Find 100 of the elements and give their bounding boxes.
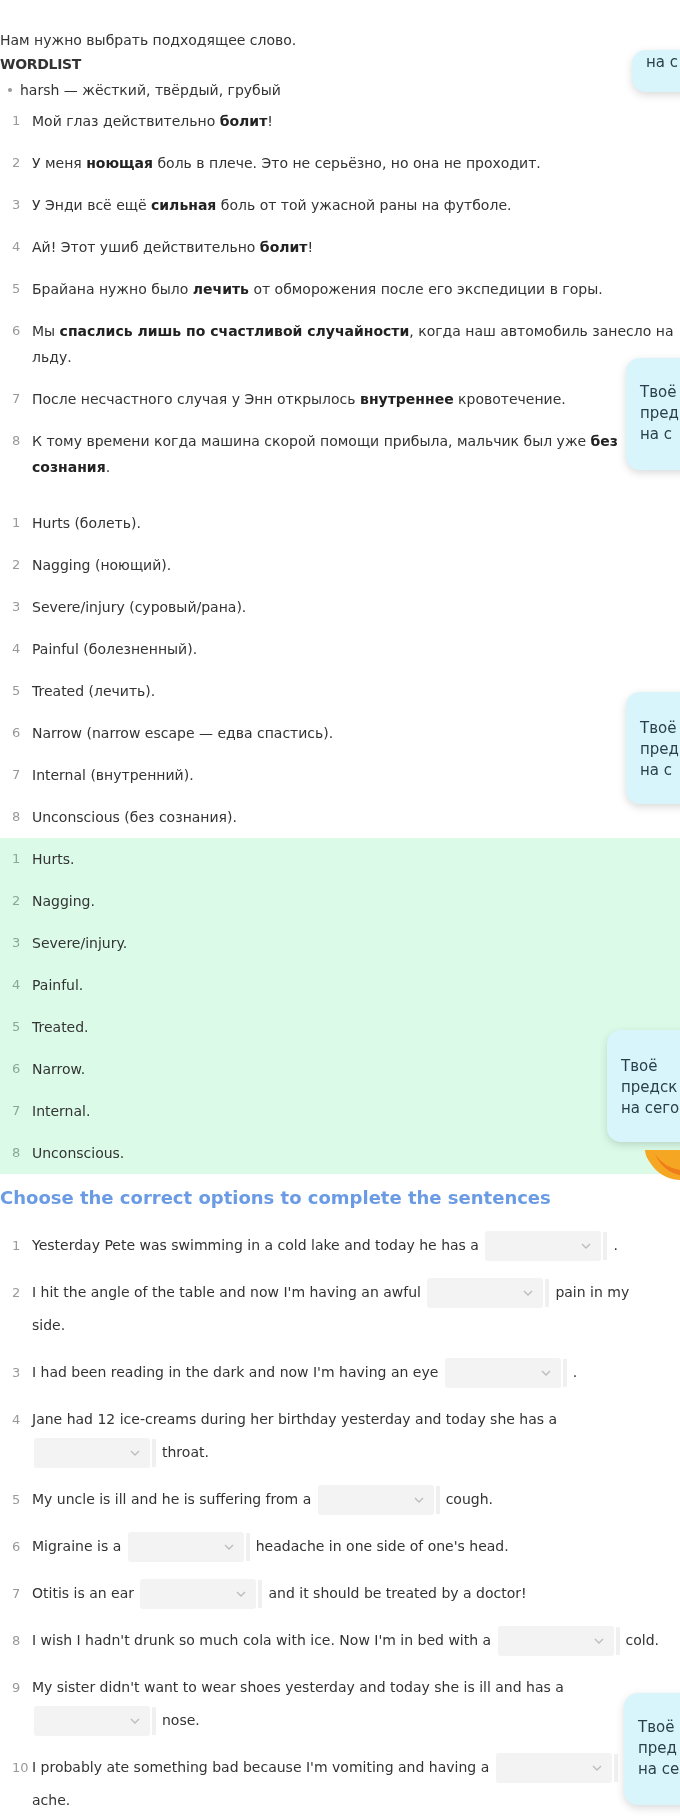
- popup-text: Твоё: [638, 1717, 676, 1738]
- chevron-down-icon: [413, 1497, 424, 1503]
- promo-popup[interactable]: Твоё пред на се: [624, 1693, 680, 1805]
- sentence-start: I wish I hadn't drunk so much cola with ice. Now I'm in bed with a: [32, 1632, 492, 1648]
- explanation-text: Unconscious (без сознания).: [32, 809, 237, 825]
- popup-text: на с: [640, 760, 673, 781]
- item-number: 2: [12, 154, 21, 172]
- answer-dropdown[interactable]: [127, 1532, 244, 1562]
- sentence-end: .: [572, 1364, 578, 1380]
- explanation-text: Painful (болезненный).: [32, 641, 198, 657]
- translation-sentence: У меня ноющая боль в плече. Это не серьёзно, но она не проходит.: [32, 155, 541, 171]
- popup-text: пред: [638, 1738, 678, 1759]
- sentence-end: side.: [32, 1317, 66, 1333]
- translation-sentence: Ай! Этот ушиб действительно болит!: [32, 239, 314, 255]
- item-number: 4: [12, 238, 21, 256]
- answer-dropdown[interactable]: [34, 1438, 150, 1468]
- answer-dropdown[interactable]: [427, 1278, 544, 1308]
- item-number: 3: [12, 1364, 21, 1382]
- answer-dropdown[interactable]: [485, 1231, 602, 1261]
- popup-text: Твоё: [640, 718, 678, 739]
- popup-text: на с: [640, 424, 673, 445]
- item-number: 5: [12, 280, 21, 298]
- sentence-start: Otitis is an ear: [32, 1585, 134, 1601]
- promo-popup[interactable]: Твоё пред на с: [626, 358, 680, 470]
- chevron-down-icon: [523, 1290, 534, 1296]
- item-number: 3: [12, 934, 21, 952]
- item-number: 5: [12, 1491, 21, 1509]
- answer-text: Treated.: [32, 1019, 89, 1035]
- explanation-text: Nagging (ноющий).: [32, 557, 172, 573]
- popup-text: пред: [640, 403, 680, 424]
- translation-sentence: Брайана нужно было лечить от обморожения после его экспедиции в горы.: [32, 281, 603, 297]
- popup-text: на сего: [621, 1098, 680, 1119]
- chevron-down-icon: [540, 1370, 551, 1376]
- item-number: 1: [12, 112, 21, 130]
- chevron-down-icon: [130, 1450, 140, 1456]
- mascot-drawing: [645, 1150, 680, 1180]
- answer-text: Severe/injury.: [32, 935, 128, 951]
- answer-dropdown[interactable]: [444, 1358, 561, 1388]
- sentence-end: .: [613, 1237, 618, 1253]
- item-number: 2: [12, 1284, 21, 1302]
- popup-text: на се: [638, 1759, 680, 1780]
- explanation-text: Internal (внутренний).: [32, 767, 194, 783]
- explanation-text: Severe/injury (суровый/рана).: [32, 599, 247, 615]
- sentence-start: I probably ate something bad because I'm vomiting and having a: [32, 1759, 490, 1775]
- item-number: 5: [12, 682, 21, 700]
- sentence-start: I had been reading in the dark and now I'm having an eye: [32, 1364, 439, 1380]
- answer-dropdown[interactable]: [317, 1485, 434, 1515]
- item-number: 7: [12, 766, 21, 784]
- sentence-start: My sister didn't want to wear shoes yesterday and today she is ill and has a: [32, 1679, 564, 1695]
- explanation-text: Treated (лечить).: [32, 683, 156, 699]
- answer-dropdown[interactable]: [497, 1626, 614, 1656]
- promo-popup[interactable]: на с: [632, 50, 680, 92]
- item-number: 4: [12, 1411, 21, 1429]
- bullet-icon: [8, 88, 12, 92]
- item-number: 1: [12, 1237, 21, 1255]
- wordlist-item: harsh — жёсткий, твёрдый, грубый: [20, 82, 281, 98]
- answer-dropdown[interactable]: [34, 1706, 150, 1736]
- chevron-down-icon: [130, 1718, 140, 1724]
- sentence-start: I hit the angle of the table and now I'm having an awful: [32, 1284, 421, 1300]
- item-number: 2: [12, 892, 21, 910]
- sentence-start: My uncle is ill and he is suffering from a: [32, 1491, 312, 1507]
- sentence-end: and it should be treated by a doctor!: [268, 1585, 527, 1601]
- promo-popup[interactable]: Твоё предск на сего: [607, 1030, 680, 1142]
- chevron-down-icon: [223, 1544, 234, 1550]
- answer-text: Hurts.: [32, 851, 75, 867]
- explanation-text: Hurts (болеть).: [32, 515, 141, 531]
- sentence-start: Yesterday Pete was swimming in a cold lake and today he has a: [32, 1237, 479, 1253]
- item-number: 7: [12, 1585, 21, 1603]
- sentence-start: Migraine is a: [32, 1538, 122, 1554]
- item-number: 9: [12, 1679, 21, 1697]
- answer-dropdown[interactable]: [140, 1579, 257, 1609]
- item-number: 4: [12, 976, 21, 994]
- item-number: 6: [12, 1538, 21, 1556]
- answer-text: Unconscious.: [32, 1145, 125, 1161]
- chevron-down-icon: [591, 1765, 602, 1771]
- translation-sentence: У Энди всё ещё сильная боль от той ужасной раны на футболе.: [32, 197, 512, 213]
- sentence-end: cold.: [625, 1632, 660, 1648]
- chevron-down-icon: [581, 1243, 592, 1249]
- answer-dropdown[interactable]: [495, 1753, 612, 1783]
- promo-popup[interactable]: Твоё пред на с: [626, 692, 680, 804]
- sentence-end: throat.: [162, 1444, 209, 1460]
- item-number: 3: [12, 196, 21, 214]
- sentence-end: pain in my: [555, 1284, 630, 1300]
- chevron-down-icon: [593, 1638, 604, 1644]
- item-number: 8: [12, 808, 21, 826]
- item-number: 6: [12, 1060, 21, 1078]
- sentence-end: ache.: [32, 1792, 71, 1808]
- popup-text: Твоё: [621, 1056, 659, 1077]
- answer-text: Painful.: [32, 977, 84, 993]
- chevron-down-icon: [236, 1591, 247, 1597]
- popup-text: пред: [640, 739, 680, 760]
- answer-text: Narrow.: [32, 1061, 86, 1077]
- intro-text: Нам нужно выбрать подходящее слово.: [0, 31, 298, 50]
- item-number: 1: [12, 514, 21, 532]
- item-number: 8: [12, 432, 21, 450]
- popup-text: на с: [646, 52, 679, 73]
- item-number: 8: [12, 1144, 21, 1162]
- sentence-end: headache in one side of one's head.: [255, 1538, 509, 1554]
- item-number: 2: [12, 556, 21, 574]
- translation-sentence: Мой глаз действительно болит!: [32, 113, 273, 129]
